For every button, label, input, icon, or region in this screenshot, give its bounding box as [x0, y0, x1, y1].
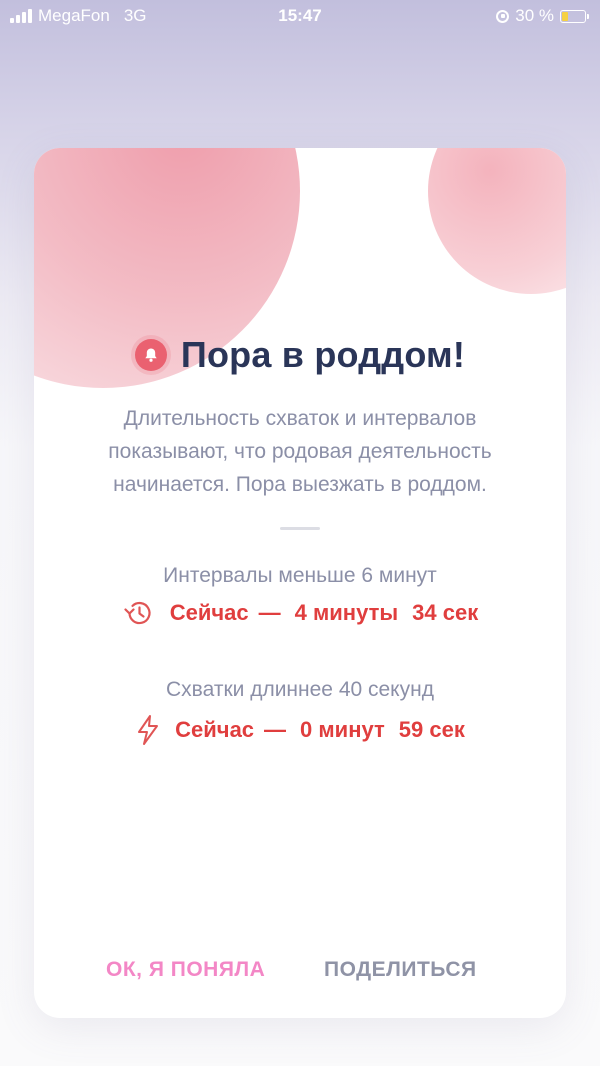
now-label: Сейчас — [175, 717, 255, 742]
bell-icon — [134, 339, 167, 371]
contraction-minutes: 0 минут — [300, 717, 385, 742]
lightning-icon — [135, 714, 161, 746]
decorative-blob — [428, 148, 566, 294]
dash: — — [258, 600, 281, 625]
battery-level — [562, 11, 568, 21]
title-row: Пора в роддом! — [34, 334, 566, 376]
interval-seconds: 34 сек — [412, 600, 479, 625]
battery-percent: 30 % — [515, 6, 554, 25]
interval-minutes: 4 минуты — [294, 600, 399, 625]
alert-card: Пора в роддом! Длительность схваток и ин… — [34, 148, 566, 1018]
rotation-lock-icon — [496, 9, 510, 23]
battery-icon — [560, 9, 589, 23]
alert-description: Длительность схваток и интервалов показы… — [108, 407, 492, 496]
history-icon — [122, 598, 156, 628]
status-bar-right: 30 % — [496, 6, 589, 26]
status-bar: MegaFon 3G 15:47 30 % — [0, 0, 600, 32]
alert-title: Пора в роддом! — [180, 334, 466, 375]
divider — [280, 527, 320, 530]
contractions-label: Схватки длиннее 40 секунд — [166, 678, 434, 701]
intervals-value: Сейчас — 4 минуты 34 сек — [34, 598, 566, 628]
action-buttons: ОК, Я ПОНЯЛА ПОДЕЛИТЬСЯ — [34, 958, 566, 988]
contraction-seconds: 59 сек — [398, 717, 465, 742]
ok-button[interactable]: ОК, Я ПОНЯЛА — [106, 958, 265, 982]
dash: — — [264, 717, 287, 742]
now-label: Сейчас — [169, 600, 249, 625]
share-button[interactable]: ПОДЕЛИТЬСЯ — [324, 958, 477, 982]
contractions-value: Сейчас — 0 минут 59 сек — [34, 714, 566, 746]
intervals-label: Интервалы меньше 6 минут — [163, 564, 437, 587]
